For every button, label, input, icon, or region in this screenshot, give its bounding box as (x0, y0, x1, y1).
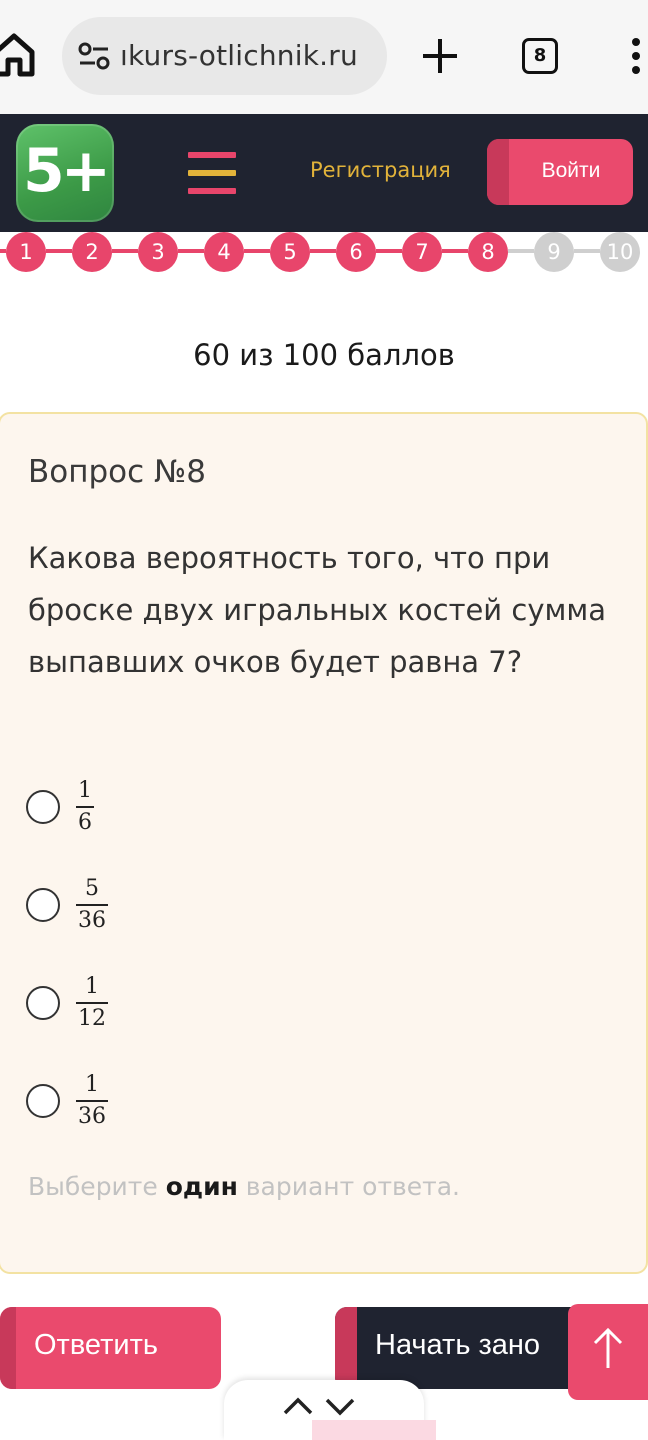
tabs-icon[interactable]: 8 (522, 38, 558, 74)
progress-connector (574, 249, 600, 253)
progress-step-6[interactable]: 6 (336, 232, 376, 272)
fraction: 1 12 (76, 974, 108, 1031)
progress-step-10[interactable]: 10 (600, 232, 640, 272)
site-logo[interactable]: 5+ (16, 124, 114, 222)
progress-connector (442, 249, 468, 253)
progress-step-7[interactable]: 7 (402, 232, 442, 272)
answer-option[interactable]: 1 36 (26, 1072, 226, 1132)
browser-toolbar: ıkurs-otlichnik.ru 8 (0, 0, 648, 114)
score-text: 60 из 100 баллов (193, 338, 455, 372)
progress-connector (244, 249, 270, 253)
url-text[interactable]: ıkurs-otlichnik.ru (120, 39, 380, 72)
answer-button[interactable]: Ответить (0, 1307, 221, 1389)
progress-step-2[interactable]: 2 (72, 232, 112, 272)
progress-connector (376, 249, 402, 253)
progress-connector (46, 249, 72, 253)
plus-icon[interactable] (420, 36, 460, 76)
fraction: 16 (76, 778, 94, 835)
question-number: Вопрос №8 (28, 454, 207, 490)
burger-menu-icon[interactable] (188, 152, 236, 194)
scroll-top-button[interactable] (568, 1304, 648, 1400)
radio-button[interactable] (26, 888, 60, 922)
progress-step-9[interactable]: 9 (534, 232, 574, 272)
answer-option[interactable]: 5 36 (26, 876, 226, 936)
answer-option[interactable]: 1 12 (26, 974, 226, 1034)
progress-connector (178, 249, 204, 253)
login-button[interactable]: Войти (487, 139, 633, 205)
progress-connector (112, 249, 138, 253)
home-icon[interactable] (0, 30, 36, 78)
fraction: 1 36 (76, 1072, 108, 1129)
question-progress: 1 2 3 4 5 6 7 8 9 10 (0, 232, 648, 272)
tune-icon[interactable] (78, 42, 110, 70)
radio-button[interactable] (26, 790, 60, 824)
progress-step-1[interactable]: 1 (6, 232, 46, 272)
question-card: Вопрос №8 Какова вероятность того, что п… (0, 412, 648, 1274)
progress-step-8[interactable]: 8 (468, 232, 508, 272)
site-header: 5+ Регистрация Войти (0, 114, 648, 232)
progress-connector (508, 249, 534, 253)
progress-step-3[interactable]: 3 (138, 232, 178, 272)
address-bar[interactable]: ıkurs-otlichnik.ru (62, 17, 387, 95)
progress-connector (310, 249, 336, 253)
question-text: Какова вероятность того, что при броске … (28, 541, 607, 679)
arrow-up-icon (593, 1327, 623, 1368)
progress-step-4[interactable]: 4 (204, 232, 244, 272)
radio-button[interactable] (26, 1084, 60, 1118)
chevron-up-icon[interactable] (282, 1394, 314, 1418)
chevron-down-icon[interactable] (324, 1394, 356, 1418)
register-link[interactable]: Регистрация (310, 158, 451, 182)
answer-hint: Выберите один вариант ответа. (28, 1172, 460, 1201)
progress-step-5[interactable]: 5 (270, 232, 310, 272)
bottom-strip (312, 1420, 436, 1440)
answer-option[interactable]: 16 (26, 778, 226, 838)
radio-button[interactable] (26, 986, 60, 1020)
more-vert-icon[interactable] (626, 36, 646, 76)
fraction: 5 36 (76, 876, 108, 933)
